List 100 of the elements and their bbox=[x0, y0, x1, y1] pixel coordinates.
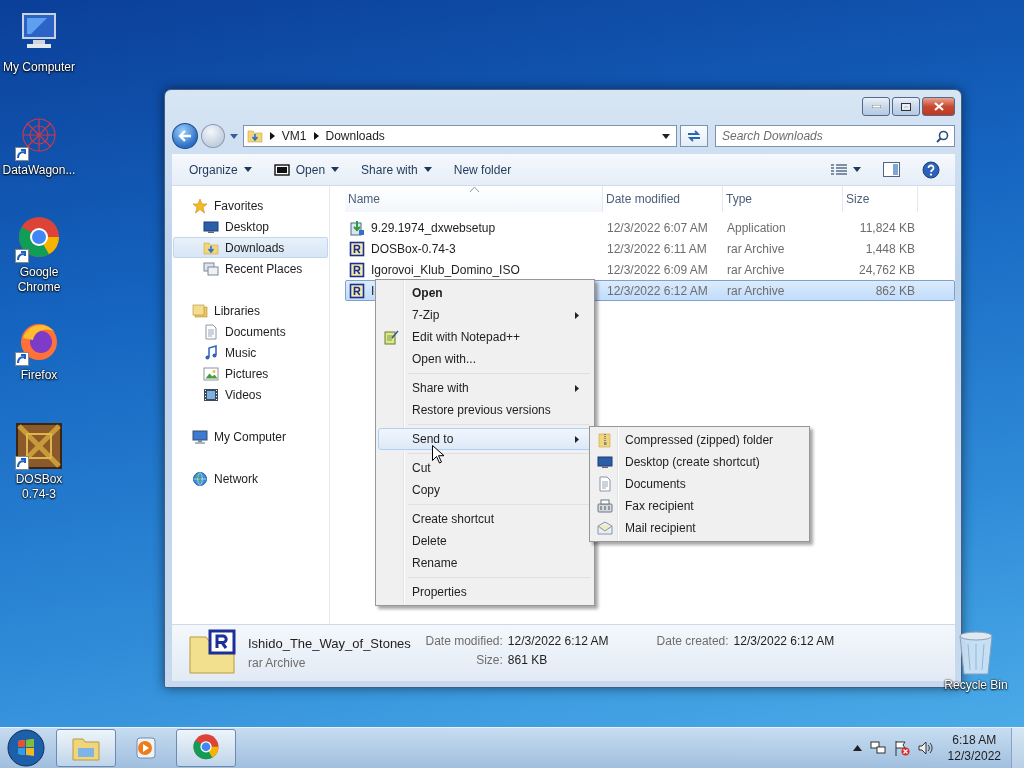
menu-item[interactable]: Copy bbox=[378, 479, 592, 501]
menu-item[interactable]: Compressed (zipped) folder bbox=[592, 429, 807, 451]
nav-group[interactable]: My Computer bbox=[173, 426, 328, 447]
archive-icon bbox=[349, 282, 365, 299]
nav-item[interactable]: Pictures bbox=[173, 363, 328, 384]
history-dropdown[interactable] bbox=[227, 133, 240, 139]
search-field[interactable]: Search Downloads bbox=[715, 125, 955, 147]
detail-value: 861 KB bbox=[507, 653, 549, 667]
close-button[interactable] bbox=[922, 97, 955, 116]
caret-icon bbox=[853, 167, 861, 172]
file-name: I bbox=[370, 283, 375, 298]
toolbar-button[interactable]: Open bbox=[264, 157, 349, 182]
size-cell-text: 862 KB bbox=[874, 283, 916, 298]
menu-item[interactable]: Delete bbox=[378, 530, 592, 552]
date-cell-text: 12/3/2022 6:09 AM bbox=[606, 262, 709, 277]
size-cell-text: 24,762 KB bbox=[857, 262, 916, 277]
nav-group[interactable]: Network bbox=[173, 468, 328, 489]
speaker-icon[interactable] bbox=[917, 740, 934, 756]
toolbar-button[interactable]: Organize bbox=[180, 158, 261, 181]
monitor-icon bbox=[203, 218, 219, 235]
nav-item[interactable]: Recent Places bbox=[173, 258, 328, 279]
refresh-icon bbox=[686, 129, 703, 143]
minimize-button[interactable] bbox=[862, 97, 890, 116]
toolbar-button[interactable]: New folder bbox=[444, 158, 521, 181]
nav-item[interactable]: Desktop bbox=[173, 216, 328, 237]
menu-item[interactable]: 7-Zip bbox=[378, 304, 592, 326]
refresh-button[interactable] bbox=[680, 125, 708, 147]
column-header[interactable]: Name bbox=[345, 186, 603, 212]
document-icon bbox=[203, 323, 219, 340]
desktop-shortcut[interactable]: My Computer bbox=[0, 10, 78, 75]
nav-group[interactable]: Libraries bbox=[173, 300, 328, 321]
nav-item[interactable]: Downloads bbox=[173, 237, 328, 258]
taskbar-button[interactable] bbox=[176, 729, 236, 767]
file-name: 9.29.1974_dxwebsetup bbox=[370, 220, 496, 235]
menu-item[interactable]: Rename bbox=[378, 552, 592, 574]
up-arrow-icon[interactable] bbox=[852, 745, 862, 751]
menu-item[interactable]: Restore previous versions bbox=[378, 399, 592, 421]
nav-group[interactable]: Favorites bbox=[173, 195, 328, 216]
menu-item[interactable]: Open bbox=[378, 282, 592, 304]
menu-item[interactable]: Desktop (create shortcut) bbox=[592, 451, 807, 473]
menu-item[interactable]: Open with... bbox=[378, 348, 592, 370]
list-view-icon bbox=[831, 163, 847, 176]
network-icon[interactable] bbox=[869, 740, 886, 756]
detail-label: Date modified: bbox=[424, 634, 503, 648]
menu-item[interactable]: Edit with Notepad++ bbox=[378, 326, 592, 348]
chevron-icon bbox=[313, 132, 319, 140]
size-cell-text: 11,824 KB bbox=[858, 220, 916, 235]
size-cell-text: 1,448 KB bbox=[864, 241, 916, 256]
taskbar-button[interactable] bbox=[56, 729, 116, 767]
nav-item[interactable]: Music bbox=[173, 342, 328, 363]
toolbar-button[interactable]: Share with bbox=[352, 158, 441, 181]
menu-item[interactable]: Send to bbox=[378, 428, 592, 450]
flag-icon[interactable] bbox=[893, 740, 910, 756]
menu-item[interactable]: Cut bbox=[378, 457, 592, 479]
maximize-button[interactable] bbox=[892, 97, 920, 116]
start-button[interactable] bbox=[4, 728, 48, 768]
desktop-shortcut[interactable]: Google Chrome bbox=[0, 215, 78, 295]
file-row[interactable]: DOSBox-0.74-3 12/3/2022 6:11 AM rar Archive 1,448 KB bbox=[345, 238, 955, 259]
menu-item[interactable]: Properties bbox=[378, 581, 592, 603]
music-note-icon bbox=[203, 344, 219, 361]
column-header[interactable]: Type bbox=[723, 186, 843, 212]
breadcrumb[interactable]: Downloads bbox=[325, 129, 385, 143]
breadcrumb[interactable]: VM1 bbox=[281, 129, 307, 143]
menu-item[interactable]: Mail recipient bbox=[592, 517, 807, 539]
start-orb-icon bbox=[7, 729, 45, 767]
date-cell-text: 12/3/2022 6:12 AM bbox=[606, 283, 709, 298]
menu-item[interactable]: Create shortcut bbox=[378, 508, 592, 530]
address-bar[interactable]: VM1 Downloads bbox=[242, 125, 678, 147]
archive-icon bbox=[349, 261, 365, 278]
back-button[interactable] bbox=[172, 123, 198, 149]
help-icon bbox=[922, 160, 940, 179]
archive-icon bbox=[349, 240, 365, 257]
media-player-icon bbox=[133, 735, 159, 761]
monitor-icon bbox=[597, 454, 613, 470]
detail-label: Date created: bbox=[655, 634, 729, 648]
clock[interactable]: 6:18 AM 12/3/2022 bbox=[947, 732, 1001, 764]
desktop-icon-label: Firefox bbox=[19, 368, 59, 383]
chevron-icon bbox=[269, 132, 275, 140]
fax-icon bbox=[597, 498, 613, 514]
column-header[interactable]: Size bbox=[843, 186, 918, 212]
type-cell-text: rar Archive bbox=[726, 283, 786, 298]
notepad-icon bbox=[383, 329, 399, 345]
nav-item[interactable]: Documents bbox=[173, 321, 328, 342]
computer-icon bbox=[192, 428, 208, 445]
nav-item[interactable]: Videos bbox=[173, 384, 328, 405]
film-icon bbox=[203, 386, 219, 403]
desktop-shortcut[interactable]: DOSBox 0.74-3 bbox=[0, 422, 78, 502]
menu-item[interactable]: Documents bbox=[592, 473, 807, 495]
date-cell-text: 12/3/2022 6:11 AM bbox=[606, 241, 708, 256]
file-row[interactable]: Igorovoi_Klub_Domino_ISO 12/3/2022 6:09 AM rar Archive 24,762 KB bbox=[345, 259, 955, 280]
menu-item[interactable]: Fax recipient bbox=[592, 495, 807, 517]
desktop-shortcut[interactable]: Firefox bbox=[0, 318, 78, 383]
download-folder-icon bbox=[246, 128, 263, 144]
desktop-icon-label: DataWagon... bbox=[1, 163, 77, 178]
file-row[interactable]: 9.29.1974_dxwebsetup 12/3/2022 6:07 AM Application 11,824 KB bbox=[345, 217, 955, 238]
menu-item[interactable]: Share with bbox=[378, 377, 592, 399]
file-name: Igorovoi_Klub_Domino_ISO bbox=[370, 262, 520, 277]
detail-value: 12/3/2022 6:12 AM bbox=[507, 634, 609, 648]
desktop-shortcut[interactable]: DataWagon... bbox=[0, 113, 78, 178]
crate-icon bbox=[15, 422, 63, 470]
